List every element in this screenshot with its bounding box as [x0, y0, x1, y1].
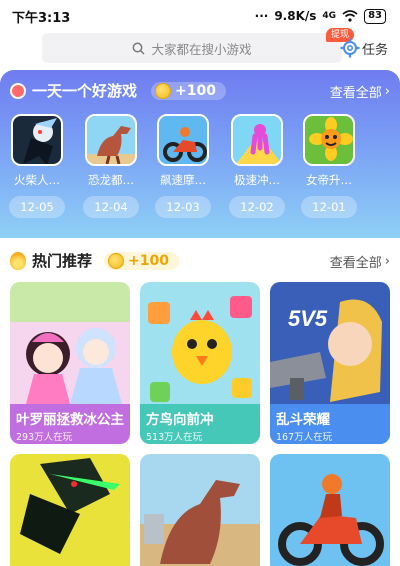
card-title: 方鸟向前冲	[146, 412, 214, 428]
hot-see-all-label: 查看全部	[329, 256, 382, 271]
daily-see-all-label: 查看全部	[329, 86, 382, 101]
daily-reward-pill[interactable]: +100	[151, 81, 226, 100]
daily-game-name: 火柴人…	[14, 173, 60, 187]
status-time: 下午3:13	[12, 10, 71, 26]
status-dots: ···	[254, 9, 269, 23]
search-input[interactable]: 大家都在搜小游戏	[42, 33, 342, 63]
daily-see-all-link[interactable]: 查看全部 ›	[330, 82, 390, 101]
hot-reward-pill[interactable]: +100	[104, 251, 179, 270]
game-icon-stickman	[11, 114, 63, 166]
search-icon	[133, 42, 146, 55]
card-players: 513万人在玩	[146, 432, 203, 443]
daily-icon	[10, 82, 26, 99]
card-art-stickman	[10, 454, 130, 566]
game-card[interactable]	[270, 454, 390, 566]
task-button[interactable]: 任务	[340, 38, 388, 58]
daily-game-name: 恐龙都…	[88, 173, 134, 187]
chevron-right-icon: ›	[384, 84, 390, 99]
game-card[interactable]: 叶罗丽拯救冰公主 293万人在玩	[10, 282, 130, 444]
card-label: 乱斗荣耀 167万人在玩	[270, 404, 390, 444]
daily-game-date: 12-04	[83, 196, 139, 218]
daily-header: 一天一个好游戏 +100	[10, 80, 226, 101]
daily-game-item[interactable]: 恐龙都… 12-04	[78, 114, 144, 218]
card-label: 叶罗丽拯救冰公主 293万人在玩	[10, 404, 130, 444]
daily-game-section: 一天一个好游戏 +100 查看全部 › 火柴人… 12-05 恐龙都… 12-0…	[0, 70, 400, 238]
game-icon-motorbike	[157, 114, 209, 166]
game-card[interactable]	[10, 454, 130, 566]
daily-game-item[interactable]: 火柴人… 12-05	[4, 114, 70, 218]
card-label: 方鸟向前冲 513万人在玩	[140, 404, 260, 444]
daily-game-name: 女帝升…	[306, 173, 352, 187]
game-icon-plant	[303, 114, 355, 166]
daily-game-name: 飙速摩…	[160, 173, 206, 187]
card-players: 293万人在玩	[16, 432, 73, 443]
hot-header: 热门推荐 +100	[10, 250, 179, 271]
search-row: 大家都在搜小游戏 提现 任务	[0, 28, 400, 66]
hot-title: 热门推荐	[32, 252, 93, 270]
game-card[interactable]	[140, 454, 260, 566]
network-type: 4G	[322, 10, 337, 21]
gear-icon	[340, 38, 360, 58]
game-card[interactable]: 方鸟向前冲 513万人在玩	[140, 282, 260, 444]
status-indicators: ··· 9.8K/s 4G 83	[254, 8, 386, 24]
daily-game-item[interactable]: 极速冲… 12-02	[224, 114, 290, 218]
card-players: 167万人在玩	[276, 432, 333, 443]
coin-icon	[155, 82, 172, 99]
chevron-right-icon: ›	[384, 254, 390, 269]
daily-title: 一天一个好游戏	[32, 82, 138, 100]
daily-games-list: 火柴人… 12-05 恐龙都… 12-04 飙速摩… 12-03 极速冲… 12…	[0, 114, 400, 234]
network-speed: 9.8K/s	[274, 9, 317, 23]
search-placeholder: 大家都在搜小游戏	[151, 41, 252, 57]
coin-icon	[108, 252, 125, 269]
daily-game-date: 12-02	[229, 196, 285, 218]
daily-reward: +100	[175, 82, 216, 99]
battery-indicator: 83	[364, 8, 386, 24]
daily-game-name: 极速冲…	[234, 173, 280, 187]
task-label: 任务	[362, 42, 389, 58]
daily-game-date: 12-01	[301, 196, 357, 218]
card-art-dinosaur	[140, 454, 260, 566]
game-card[interactable]: 5V5 乱斗荣耀 167万人在玩	[270, 282, 390, 444]
game-icon-dinosaur	[85, 114, 137, 166]
card-art-text: 5V5	[288, 306, 328, 331]
game-icon-runner	[231, 114, 283, 166]
card-art-motorbike	[270, 454, 390, 566]
hot-recommend-section: 热门推荐 +100 查看全部 › 叶罗丽拯救冰公主 293万人在玩 方鸟向前冲 …	[0, 238, 400, 566]
fire-icon	[10, 251, 26, 270]
daily-game-item[interactable]: 飙速摩… 12-03	[150, 114, 216, 218]
card-title: 乱斗荣耀	[276, 412, 330, 428]
wifi-icon	[342, 10, 358, 22]
hot-see-all-link[interactable]: 查看全部 ›	[330, 252, 390, 271]
card-title: 叶罗丽拯救冰公主	[16, 412, 124, 428]
daily-game-item[interactable]: 女帝升… 12-01	[296, 114, 362, 218]
daily-game-date: 12-03	[155, 196, 211, 218]
hot-reward: +100	[128, 252, 169, 269]
daily-game-date: 12-05	[9, 196, 65, 218]
